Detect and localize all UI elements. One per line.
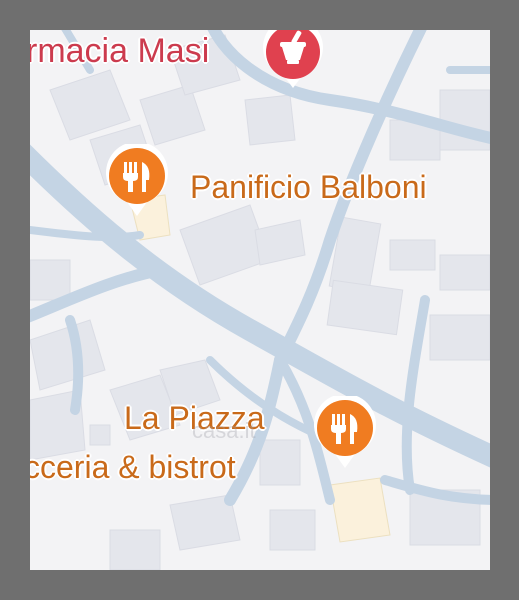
- bakery-label[interactable]: Panificio Balboni: [190, 171, 427, 203]
- building: [326, 279, 404, 336]
- building: [254, 219, 306, 266]
- pharmacy-label[interactable]: rmacia Masi: [30, 34, 209, 68]
- building: [429, 314, 490, 361]
- building: [89, 424, 111, 446]
- road: [401, 295, 430, 495]
- building: [244, 94, 296, 146]
- watermark: casa.it: [192, 418, 256, 443]
- building: [439, 254, 490, 291]
- building: [30, 259, 71, 301]
- building: [259, 439, 301, 486]
- building: [269, 509, 316, 551]
- building: [179, 204, 271, 286]
- bakery-pin[interactable]: [104, 144, 170, 220]
- map-view[interactable]: rmacia Masi Panificio Balboni La Piazza …: [30, 30, 490, 570]
- restaurant-pin[interactable]: [312, 396, 378, 472]
- screenshot-frame: rmacia Masi Panificio Balboni La Piazza …: [0, 0, 519, 600]
- building: [109, 529, 161, 570]
- restaurant-label-line2[interactable]: cceria & bistrot: [30, 451, 236, 483]
- pharmacy-pin[interactable]: [260, 30, 326, 92]
- building: [49, 69, 131, 141]
- building: [30, 319, 106, 391]
- map-base: [30, 30, 490, 570]
- building: [389, 239, 436, 271]
- restaurant-building: [329, 477, 391, 543]
- building: [139, 84, 206, 146]
